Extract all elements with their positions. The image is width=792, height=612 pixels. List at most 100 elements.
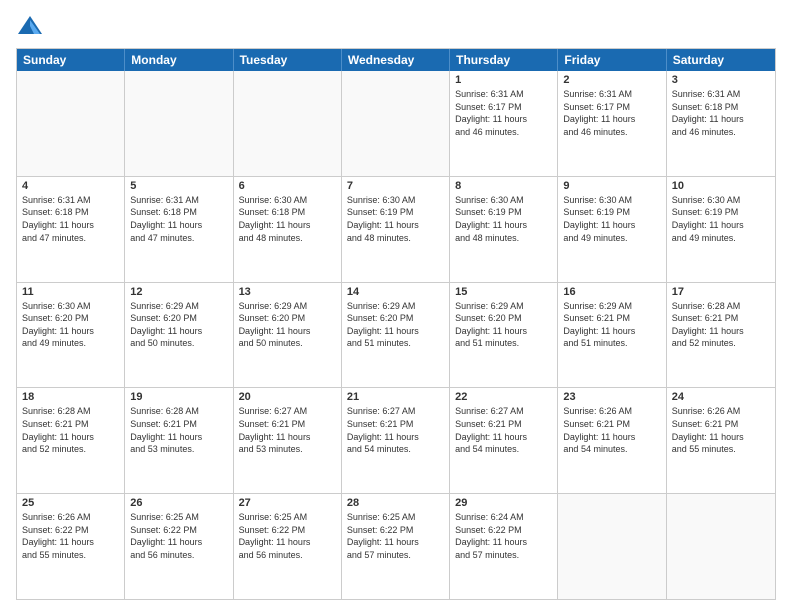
day-cell-4: 4 Sunrise: 6:31 AMSunset: 6:18 PMDaylight…: [17, 177, 125, 282]
day-cell-17: 17 Sunrise: 6:28 AMSunset: 6:21 PMDayligh…: [667, 283, 775, 388]
day-info: Sunrise: 6:29 AMSunset: 6:21 PMDaylight:…: [563, 300, 660, 350]
day-cell-6: 6 Sunrise: 6:30 AMSunset: 6:18 PMDaylight…: [234, 177, 342, 282]
day-cell-empty: [17, 71, 125, 176]
day-info: Sunrise: 6:30 AMSunset: 6:18 PMDaylight:…: [239, 194, 336, 244]
day-cell-8: 8 Sunrise: 6:30 AMSunset: 6:19 PMDaylight…: [450, 177, 558, 282]
day-cell-2: 2 Sunrise: 6:31 AMSunset: 6:17 PMDaylight…: [558, 71, 666, 176]
day-info: Sunrise: 6:29 AMSunset: 6:20 PMDaylight:…: [239, 300, 336, 350]
day-info: Sunrise: 6:30 AMSunset: 6:19 PMDaylight:…: [347, 194, 444, 244]
day-info: Sunrise: 6:28 AMSunset: 6:21 PMDaylight:…: [672, 300, 770, 350]
day-number: 20: [239, 391, 336, 403]
day-cell-empty: [558, 494, 666, 599]
day-number: 3: [672, 74, 770, 86]
day-number: 22: [455, 391, 552, 403]
day-number: 19: [130, 391, 227, 403]
day-info: Sunrise: 6:25 AMSunset: 6:22 PMDaylight:…: [130, 511, 227, 561]
day-cell-21: 21 Sunrise: 6:27 AMSunset: 6:21 PMDayligh…: [342, 388, 450, 493]
day-number: 8: [455, 180, 552, 192]
day-cell-empty: [667, 494, 775, 599]
day-info: Sunrise: 6:30 AMSunset: 6:19 PMDaylight:…: [563, 194, 660, 244]
day-number: 17: [672, 286, 770, 298]
weekday-header-monday: Monday: [125, 49, 233, 71]
day-info: Sunrise: 6:26 AMSunset: 6:21 PMDaylight:…: [563, 405, 660, 455]
day-number: 1: [455, 74, 552, 86]
day-cell-5: 5Sunrise: 6:31 AMSunset: 6:18 PMDaylight…: [125, 177, 233, 282]
day-info: Sunrise: 6:26 AMSunset: 6:22 PMDaylight:…: [22, 511, 119, 561]
day-info: Sunrise: 6:25 AMSunset: 6:22 PMDaylight:…: [347, 511, 444, 561]
day-info: Sunrise: 6:28 AMSunset: 6:21 PMDaylight:…: [130, 405, 227, 455]
weekday-header-wednesday: Wednesday: [342, 49, 450, 71]
day-number: 4: [22, 180, 119, 192]
calendar-header-row: SundayMondayTuesdayWednesdayThursdayFrid…: [17, 49, 775, 71]
day-cell-29: 29 Sunrise: 6:24 AMSunset: 6:22 PMDayligh…: [450, 494, 558, 599]
day-cell-19: 19 Sunrise: 6:28 AMSunset: 6:21 PMDayligh…: [125, 388, 233, 493]
weekday-header-thursday: Thursday: [450, 49, 558, 71]
weekday-header-friday: Friday: [558, 49, 666, 71]
day-number: 29: [455, 497, 552, 509]
day-info: Sunrise: 6:30 AMSunset: 6:19 PMDaylight:…: [455, 194, 552, 244]
day-number: 5: [130, 180, 227, 192]
day-cell-12: 12 Sunrise: 6:29 AMSunset: 6:20 PMDayligh…: [125, 283, 233, 388]
day-info: Sunrise: 6:27 AMSunset: 6:21 PMDaylight:…: [239, 405, 336, 455]
day-cell-20: 20 Sunrise: 6:27 AMSunset: 6:21 PMDayligh…: [234, 388, 342, 493]
day-info: Sunrise: 6:29 AMSunset: 6:20 PMDaylight:…: [130, 300, 227, 350]
day-cell-23: 23 Sunrise: 6:26 AMSunset: 6:21 PMDayligh…: [558, 388, 666, 493]
day-info: Sunrise: 6:31 AMSunset: 6:18 PMDaylight:…: [672, 88, 770, 138]
day-number: 23: [563, 391, 660, 403]
day-number: 24: [672, 391, 770, 403]
day-number: 18: [22, 391, 119, 403]
calendar-week-2: 4 Sunrise: 6:31 AMSunset: 6:18 PMDaylight…: [17, 176, 775, 282]
calendar-week-5: 25 Sunrise: 6:26 AMSunset: 6:22 PMDayligh…: [17, 493, 775, 599]
day-cell-11: 11Sunrise: 6:30 AMSunset: 6:20 PMDayligh…: [17, 283, 125, 388]
day-info: Sunrise: 6:29 AMSunset: 6:20 PMDaylight:…: [455, 300, 552, 350]
day-cell-27: 27 Sunrise: 6:25 AMSunset: 6:22 PMDayligh…: [234, 494, 342, 599]
day-number: 26: [130, 497, 227, 509]
day-info: Sunrise: 6:31 AMSunset: 6:18 PMDaylight:…: [22, 194, 119, 244]
calendar-week-1: 1 Sunrise: 6:31 AMSunset: 6:17 PMDaylight…: [17, 71, 775, 176]
day-cell-3: 3 Sunrise: 6:31 AMSunset: 6:18 PMDaylight…: [667, 71, 775, 176]
day-cell-1: 1 Sunrise: 6:31 AMSunset: 6:17 PMDaylight…: [450, 71, 558, 176]
day-cell-25: 25 Sunrise: 6:26 AMSunset: 6:22 PMDayligh…: [17, 494, 125, 599]
day-number: 15: [455, 286, 552, 298]
day-number: 7: [347, 180, 444, 192]
day-number: 9: [563, 180, 660, 192]
day-number: 6: [239, 180, 336, 192]
day-number: 21: [347, 391, 444, 403]
day-info: Sunrise: 6:26 AMSunset: 6:21 PMDaylight:…: [672, 405, 770, 455]
day-info: Sunrise: 6:29 AMSunset: 6:20 PMDaylight:…: [347, 300, 444, 350]
day-number: 10: [672, 180, 770, 192]
day-info: Sunrise: 6:25 AMSunset: 6:22 PMDaylight:…: [239, 511, 336, 561]
day-number: 27: [239, 497, 336, 509]
day-number: 14: [347, 286, 444, 298]
weekday-header-tuesday: Tuesday: [234, 49, 342, 71]
day-cell-13: 13 Sunrise: 6:29 AMSunset: 6:20 PMDayligh…: [234, 283, 342, 388]
day-info: Sunrise: 6:28 AMSunset: 6:21 PMDaylight:…: [22, 405, 119, 455]
day-cell-24: 24 Sunrise: 6:26 AMSunset: 6:21 PMDayligh…: [667, 388, 775, 493]
day-number: 13: [239, 286, 336, 298]
day-cell-empty: [342, 71, 450, 176]
day-number: 12: [130, 286, 227, 298]
day-cell-empty: [234, 71, 342, 176]
day-info: Sunrise: 6:31 AMSunset: 6:17 PMDaylight:…: [455, 88, 552, 138]
day-info: Sunrise: 6:24 AMSunset: 6:22 PMDaylight:…: [455, 511, 552, 561]
logo-icon: [16, 12, 44, 40]
day-info: Sunrise: 6:27 AMSunset: 6:21 PMDaylight:…: [347, 405, 444, 455]
day-cell-22: 22Sunrise: 6:27 AMSunset: 6:21 PMDayligh…: [450, 388, 558, 493]
day-number: 2: [563, 74, 660, 86]
day-info: Sunrise: 6:30 AMSunset: 6:19 PMDaylight:…: [672, 194, 770, 244]
day-cell-empty: [125, 71, 233, 176]
day-cell-7: 7 Sunrise: 6:30 AMSunset: 6:19 PMDaylight…: [342, 177, 450, 282]
day-cell-9: 9 Sunrise: 6:30 AMSunset: 6:19 PMDaylight…: [558, 177, 666, 282]
page-header: [16, 12, 776, 40]
calendar-body: 1 Sunrise: 6:31 AMSunset: 6:17 PMDaylight…: [17, 71, 775, 599]
weekday-header-saturday: Saturday: [667, 49, 775, 71]
day-cell-15: 15 Sunrise: 6:29 AMSunset: 6:20 PMDayligh…: [450, 283, 558, 388]
day-info: Sunrise: 6:31 AMSunset: 6:17 PMDaylight:…: [563, 88, 660, 138]
calendar-week-4: 18 Sunrise: 6:28 AMSunset: 6:21 PMDayligh…: [17, 387, 775, 493]
calendar-week-3: 11Sunrise: 6:30 AMSunset: 6:20 PMDayligh…: [17, 282, 775, 388]
day-number: 25: [22, 497, 119, 509]
day-cell-26: 26 Sunrise: 6:25 AMSunset: 6:22 PMDayligh…: [125, 494, 233, 599]
day-cell-16: 16Sunrise: 6:29 AMSunset: 6:21 PMDayligh…: [558, 283, 666, 388]
day-info: Sunrise: 6:30 AMSunset: 6:20 PMDaylight:…: [22, 300, 119, 350]
day-number: 28: [347, 497, 444, 509]
